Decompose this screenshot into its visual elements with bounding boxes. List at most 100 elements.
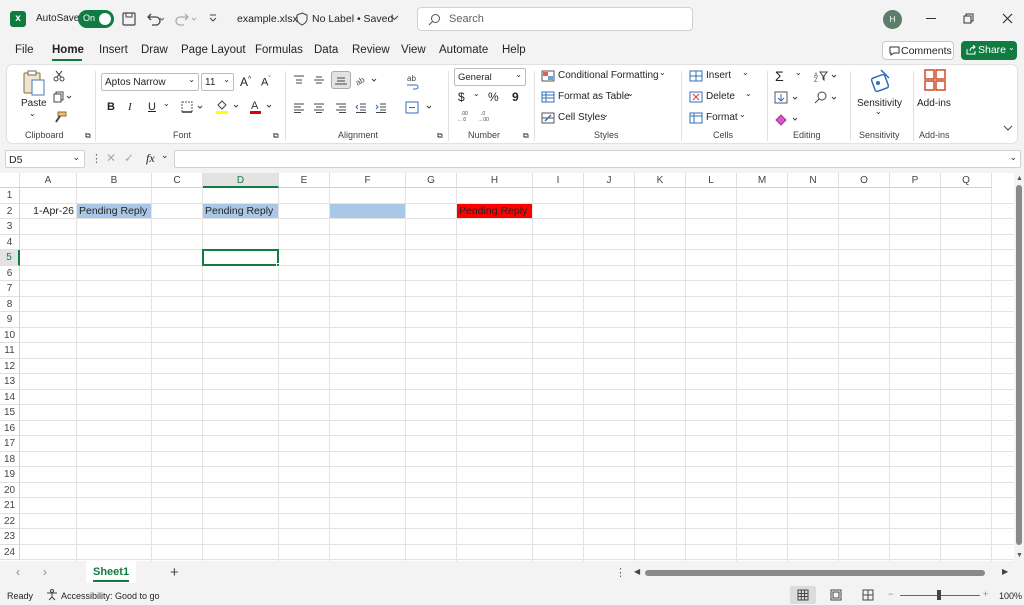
column-header-n[interactable]: N (788, 173, 839, 188)
row-header-19[interactable]: 19 (0, 467, 20, 483)
undo-icon[interactable] (145, 11, 165, 27)
zoom-out-icon[interactable]: − (888, 589, 893, 599)
cell-a2[interactable]: 1-Apr-26 (20, 204, 76, 219)
tab-insert[interactable]: Insert (99, 44, 128, 56)
dialog-launcher-icon[interactable]: ⧉ (437, 131, 443, 141)
tab-review[interactable]: Review (352, 44, 390, 56)
row-header-24[interactable]: 24 (0, 544, 20, 560)
row-header-16[interactable]: 16 (0, 420, 20, 436)
normal-view-icon[interactable] (790, 586, 816, 604)
tab-draw[interactable]: Draw (141, 44, 168, 56)
page-break-view-icon[interactable] (862, 589, 874, 601)
page-layout-view-icon[interactable] (830, 589, 842, 601)
column-header-h[interactable]: H (457, 173, 533, 188)
column-header-j[interactable]: J (584, 173, 635, 188)
copy-icon[interactable] (53, 91, 73, 103)
font-color-icon[interactable]: A (249, 99, 275, 115)
vertical-scroll-thumb[interactable] (1016, 185, 1022, 545)
row-header-2[interactable]: 2 (0, 203, 20, 219)
autosave-toggle[interactable]: On (78, 10, 114, 28)
sensitivity-icon[interactable] (869, 68, 893, 94)
add-sheet-button[interactable]: + (170, 564, 179, 581)
zoom-slider-thumb[interactable] (937, 590, 941, 600)
delete-cells-icon[interactable] (689, 91, 703, 103)
row-header-6[interactable]: 6 (0, 265, 20, 281)
align-center-icon[interactable] (313, 103, 325, 113)
clear-icon[interactable] (774, 112, 802, 126)
column-header-b[interactable]: B (77, 173, 152, 188)
column-header-o[interactable]: O (839, 173, 890, 188)
tab-file[interactable]: File (15, 44, 34, 56)
cell-styles-button[interactable]: Cell Styles (558, 112, 605, 123)
column-header-p[interactable]: P (890, 173, 941, 188)
save-icon[interactable] (121, 11, 137, 27)
cell-styles-icon[interactable] (541, 112, 555, 124)
row-header-7[interactable]: 7 (0, 281, 20, 297)
more-options-icon[interactable]: ⋮ (615, 566, 626, 579)
column-header-i[interactable]: I (533, 173, 584, 188)
column-header-e[interactable]: E (279, 173, 330, 188)
tab-automate[interactable]: Automate (439, 44, 488, 56)
row-header-9[interactable]: 9 (0, 312, 20, 328)
scroll-left-icon[interactable]: ◀ (634, 567, 640, 576)
row-header-17[interactable]: 17 (0, 436, 20, 452)
align-left-icon[interactable] (293, 103, 305, 113)
restore-icon[interactable] (963, 13, 974, 24)
increase-font-icon[interactable]: A^ (240, 75, 251, 89)
accessibility-status[interactable]: Accessibility: Good to go (61, 591, 160, 601)
align-bottom-icon[interactable] (331, 71, 351, 89)
insert-function-icon[interactable]: fx (146, 151, 155, 166)
row-header-8[interactable]: 8 (0, 296, 20, 312)
insert-cells-icon[interactable] (689, 70, 703, 82)
row-header-18[interactable]: 18 (0, 451, 20, 467)
paste-icon[interactable] (21, 69, 47, 97)
conditional-formatting-button[interactable]: Conditional Formatting (558, 70, 659, 81)
find-select-icon[interactable] (813, 91, 839, 105)
dialog-launcher-icon[interactable]: ⧉ (85, 131, 91, 141)
fill-icon[interactable] (774, 91, 802, 105)
worksheet-grid[interactable]: A B C D E F G H I J K L M N O P Q 1 2 3 4 5 6 7 8 9 10 11 12 13 14 15 16… (0, 173, 1014, 561)
addins-icon[interactable] (923, 68, 947, 92)
tab-data[interactable]: Data (314, 44, 338, 56)
column-header-a[interactable]: A (20, 173, 77, 188)
cut-icon[interactable] (53, 70, 65, 82)
cell-h2[interactable]: Pending Reply (457, 203, 532, 218)
row-header-4[interactable]: 4 (0, 234, 20, 250)
share-button[interactable]: Share ⌄ (961, 41, 1017, 60)
collapse-ribbon-icon[interactable] (1003, 125, 1013, 131)
borders-icon[interactable] (181, 101, 205, 113)
align-top-icon[interactable] (293, 75, 305, 85)
column-header-g[interactable]: G (406, 173, 457, 188)
comments-button[interactable]: Comments (882, 41, 954, 60)
row-header-14[interactable]: 14 (0, 389, 20, 405)
font-size-select[interactable]: 11 ⌄ (201, 73, 234, 91)
scroll-right-icon[interactable]: ▶ (1002, 567, 1008, 576)
number-format-select[interactable]: General ⌄ (454, 68, 526, 86)
increase-decimal-icon[interactable]: .00 ←.0 (457, 110, 471, 122)
delete-cells-button[interactable]: Delete (706, 91, 735, 102)
row-header-22[interactable]: 22 (0, 513, 20, 529)
paste-label[interactable]: Paste (21, 98, 47, 109)
zoom-level[interactable]: 100% (999, 591, 1022, 601)
row-header-20[interactable]: 20 (0, 482, 20, 498)
redo-icon[interactable] (175, 11, 199, 27)
format-as-table-button[interactable]: Format as Table (558, 91, 630, 102)
column-header-k[interactable]: K (635, 173, 686, 188)
avatar[interactable]: H (883, 10, 902, 29)
selected-cell-outline[interactable] (202, 249, 279, 266)
file-name[interactable]: example.xlsx (237, 13, 298, 25)
row-header-13[interactable]: 13 (0, 374, 20, 390)
vertical-scrollbar[interactable]: ▲ ▼ (1014, 173, 1024, 561)
row-header-1[interactable]: 1 (0, 188, 20, 204)
column-header-l[interactable]: L (686, 173, 737, 188)
formula-input[interactable]: ⌄ (174, 150, 1021, 168)
tab-home[interactable]: Home (52, 44, 84, 56)
horizontal-scroll-thumb[interactable] (645, 570, 985, 576)
row-header-15[interactable]: 15 (0, 405, 20, 421)
italic-button[interactable]: I (128, 101, 132, 113)
row-header-5[interactable]: 5 (0, 250, 20, 266)
tab-help[interactable]: Help (502, 44, 526, 56)
column-header-f[interactable]: F (330, 173, 406, 188)
column-header-m[interactable]: M (737, 173, 788, 188)
label-status[interactable]: No Label • Saved (312, 13, 393, 25)
